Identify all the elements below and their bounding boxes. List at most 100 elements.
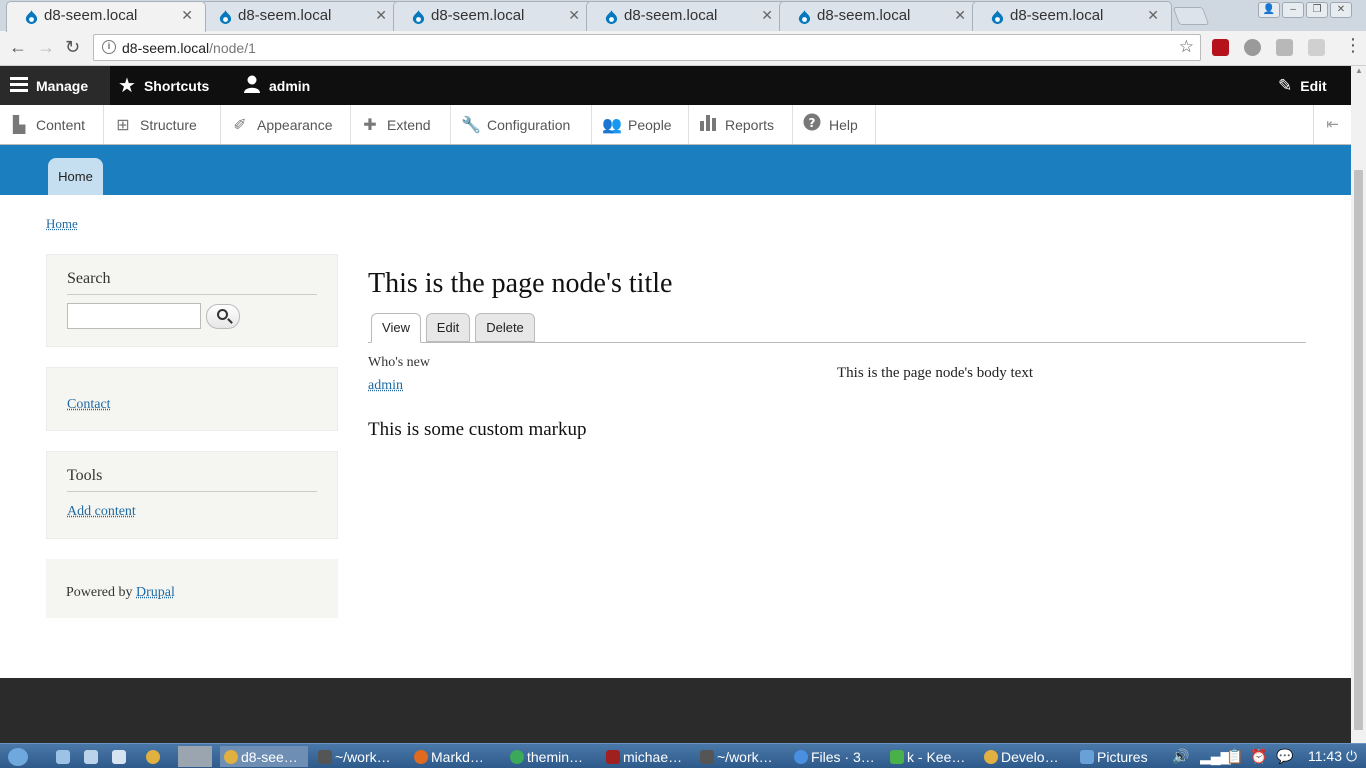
drupal-admin-toolbar: Manage ★ Shortcuts admin ✎ Edit xyxy=(0,66,1351,105)
profile-icon[interactable]: 👤 xyxy=(1258,2,1280,18)
drupal-favicon-icon xyxy=(991,10,1004,24)
browser-tab[interactable]: d8-seem.local ✕ xyxy=(779,1,979,31)
tray-item-reports[interactable]: Reports xyxy=(689,105,793,144)
taskbar-item-label: k - Kee… xyxy=(907,748,966,765)
close-tab-icon[interactable]: ✕ xyxy=(761,7,773,24)
close-tab-icon[interactable]: ✕ xyxy=(181,7,193,24)
chrome-icon xyxy=(984,749,998,764)
tray-item-content[interactable]: ▙ Content xyxy=(0,105,104,144)
taskbar-item-label: Pictures xyxy=(1097,748,1148,765)
browser-tab[interactable]: d8-seem.local ✕ xyxy=(6,1,206,32)
close-tab-icon[interactable]: ✕ xyxy=(954,7,966,24)
taskbar-item[interactable]: Develo… xyxy=(984,746,1072,767)
edit-mode-button[interactable]: ✎ Edit xyxy=(1278,66,1327,105)
ublock-extension-icon[interactable] xyxy=(1212,39,1229,56)
tools-block-title: Tools xyxy=(67,467,317,492)
bookmark-star-icon[interactable]: ☆ xyxy=(1179,37,1194,57)
chrome-launcher-icon[interactable] xyxy=(146,746,163,767)
back-icon[interactable]: ← xyxy=(9,37,27,58)
forward-icon[interactable]: → xyxy=(37,37,55,58)
close-window-icon[interactable]: ✕ xyxy=(1330,2,1352,18)
browser-tab[interactable]: d8-seem.local ✕ xyxy=(393,1,593,31)
taskbar-item[interactable]: Pictures xyxy=(1080,746,1164,767)
alarm-icon[interactable]: ⏰ xyxy=(1250,746,1267,767)
taskbar-item[interactable]: ~/work… xyxy=(700,746,788,767)
svg-text:?: ? xyxy=(809,116,816,130)
reload-icon[interactable]: ↻ xyxy=(65,37,80,58)
manage-button[interactable]: Manage xyxy=(0,66,110,105)
clipboard-icon[interactable]: 📋 xyxy=(1226,746,1243,767)
add-content-link[interactable]: Add content xyxy=(67,504,136,520)
search-icon xyxy=(217,309,228,320)
close-tab-icon[interactable]: ✕ xyxy=(568,7,580,24)
taskbar-item[interactable]: michae… xyxy=(606,746,694,767)
search-input[interactable] xyxy=(67,303,201,329)
tray-item-extend[interactable]: ✚ Extend xyxy=(351,105,451,144)
tray-item-appearance[interactable]: ✐ Appearance xyxy=(221,105,351,144)
scroll-up-icon[interactable]: ▲ xyxy=(1355,66,1363,75)
taskbar-item-label: michae… xyxy=(623,748,683,765)
close-tab-icon[interactable]: ✕ xyxy=(1147,7,1159,24)
taskbar-item[interactable]: Files · 3… xyxy=(794,746,882,767)
extension-icon[interactable] xyxy=(1308,39,1325,56)
chat-tray-icon[interactable]: 💬 xyxy=(1276,746,1293,767)
user-icon xyxy=(243,75,261,96)
menu-icon[interactable]: ⋮ xyxy=(1344,35,1362,56)
search-button[interactable] xyxy=(206,304,240,329)
browser-tab-title: d8-seem.local xyxy=(431,7,525,24)
user-button[interactable]: admin xyxy=(243,66,310,105)
collapse-tray-icon[interactable]: ⇤ xyxy=(1313,105,1351,144)
volume-icon[interactable]: 🔊 xyxy=(1172,746,1189,767)
taskbar-item[interactable]: d8-see… xyxy=(220,746,308,767)
puzzle-icon: ✚ xyxy=(363,116,377,134)
window-list-icon[interactable] xyxy=(112,746,129,767)
browser-tab-title: d8-seem.local xyxy=(44,7,138,24)
user-label: admin xyxy=(269,77,311,94)
main-menu-home-tab[interactable]: Home xyxy=(48,158,103,195)
people-icon: 👥 xyxy=(602,116,622,134)
taskbar-item[interactable]: ~/work… xyxy=(318,746,406,767)
taskbar-item[interactable]: k - Kee… xyxy=(890,746,976,767)
launcher-slot[interactable] xyxy=(178,746,212,767)
page-scrollbar[interactable]: ▲ xyxy=(1351,66,1366,743)
close-tab-icon[interactable]: ✕ xyxy=(375,7,387,24)
scrollbar-thumb[interactable] xyxy=(1354,170,1363,730)
powered-by-text: Powered by Drupal xyxy=(66,585,175,601)
calculator-icon[interactable] xyxy=(84,746,101,767)
bar-chart-icon xyxy=(699,113,717,136)
site-info-icon[interactable]: i xyxy=(102,40,116,54)
browser-toolbar: ← → ↻ i d8-seem.local/node/1 ☆ ⋮ xyxy=(0,31,1366,66)
start-menu-icon[interactable] xyxy=(8,746,31,767)
tray-item-structure[interactable]: ⊞ Structure xyxy=(104,105,221,144)
settings-extension-icon[interactable] xyxy=(1244,39,1261,56)
drupal-link[interactable]: Drupal xyxy=(136,585,175,600)
minimize-icon[interactable]: – xyxy=(1282,2,1304,18)
address-bar[interactable]: i d8-seem.local/node/1 ☆ xyxy=(93,34,1201,61)
contact-link[interactable]: Contact xyxy=(67,397,111,413)
maximize-icon[interactable]: ❐ xyxy=(1306,2,1328,18)
browser-tab-strip: d8-seem.local ✕ d8-seem.local ✕ d8-seem.… xyxy=(0,0,1366,32)
tools-block: Tools Add content xyxy=(46,451,338,539)
browser-tab[interactable]: d8-seem.local ✕ xyxy=(972,1,1172,31)
tray-item-configuration[interactable]: 🔧 Configuration xyxy=(451,105,592,144)
taskbar-item[interactable]: Markd… xyxy=(414,746,502,767)
site-header: Home xyxy=(0,145,1351,195)
clock[interactable]: 11:43 xyxy=(1308,748,1342,764)
shortcuts-button[interactable]: ★ Shortcuts xyxy=(118,66,209,105)
power-icon[interactable]: ⏻ xyxy=(1346,746,1357,767)
url-text: d8-seem.local/node/1 xyxy=(122,40,256,56)
whos-new-user-link[interactable]: admin xyxy=(368,378,403,394)
document-icon: ▙ xyxy=(12,116,26,134)
breadcrumb-home-link[interactable]: Home xyxy=(46,216,78,231)
tray-item-help[interactable]: ? Help xyxy=(793,105,876,144)
tab-view[interactable]: View xyxy=(371,313,421,343)
u-extension-icon[interactable] xyxy=(1276,39,1293,56)
tray-item-people[interactable]: 👥 People xyxy=(592,105,689,144)
browser-tab[interactable]: d8-seem.local ✕ xyxy=(586,1,786,31)
tab-delete[interactable]: Delete xyxy=(475,313,535,342)
show-desktop-icon[interactable] xyxy=(56,746,73,767)
taskbar-item[interactable]: themin… xyxy=(510,746,598,767)
tab-edit[interactable]: Edit xyxy=(426,313,470,342)
new-tab-button[interactable] xyxy=(1172,7,1210,25)
browser-tab[interactable]: d8-seem.local ✕ xyxy=(200,1,400,31)
